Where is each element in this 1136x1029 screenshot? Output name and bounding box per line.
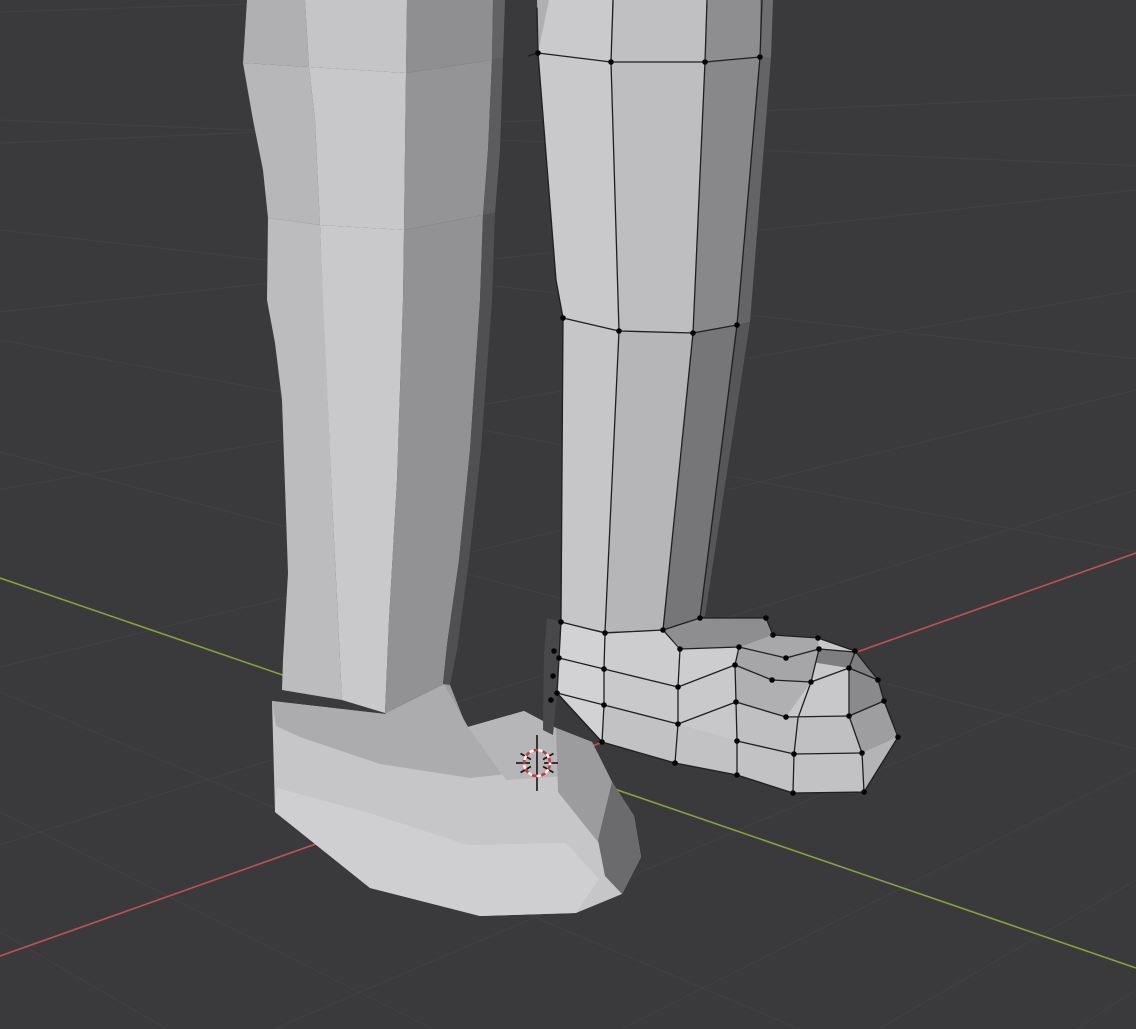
mesh-vertex[interactable] bbox=[790, 790, 796, 796]
mesh-vertex[interactable] bbox=[733, 699, 739, 705]
mesh-vertex[interactable] bbox=[535, 50, 541, 56]
mesh-vertex[interactable] bbox=[734, 322, 740, 328]
mesh-vertex[interactable] bbox=[690, 330, 696, 336]
right-leg-mesh-face bbox=[538, 0, 614, 62]
mesh-vertex[interactable] bbox=[675, 721, 681, 727]
mesh-vertex[interactable] bbox=[601, 666, 607, 672]
mesh-vertex[interactable] bbox=[550, 673, 556, 679]
mesh-vertex[interactable] bbox=[616, 328, 622, 334]
mesh-vertex[interactable] bbox=[895, 734, 901, 740]
mesh-vertex[interactable] bbox=[815, 635, 821, 641]
blender-3d-viewport bbox=[0, 0, 1136, 1029]
mesh-vertex[interactable] bbox=[734, 772, 740, 778]
mesh-vertex[interactable] bbox=[548, 697, 554, 703]
mesh-vertex[interactable] bbox=[601, 702, 607, 708]
left-leg-mesh-face bbox=[243, 0, 309, 67]
mesh-vertex[interactable] bbox=[554, 690, 560, 696]
mesh-vertex[interactable] bbox=[697, 615, 703, 621]
mesh-vertex[interactable] bbox=[769, 677, 775, 683]
mesh-vertex[interactable] bbox=[881, 698, 887, 704]
mesh-vertex[interactable] bbox=[608, 59, 614, 65]
mesh-vertex[interactable] bbox=[672, 760, 678, 766]
mesh-vertex[interactable] bbox=[846, 713, 852, 719]
mesh-vertex[interactable] bbox=[763, 615, 769, 621]
mesh-vertex[interactable] bbox=[859, 750, 865, 756]
mesh-vertex[interactable] bbox=[783, 655, 789, 661]
mesh-vertex[interactable] bbox=[734, 738, 740, 744]
mesh-vertex[interactable] bbox=[757, 54, 763, 60]
mesh-vertex[interactable] bbox=[736, 644, 742, 650]
mesh-vertex[interactable] bbox=[846, 665, 852, 671]
mesh-vertex[interactable] bbox=[602, 630, 608, 636]
left-leg-mesh-face bbox=[309, 67, 406, 230]
mesh-vertex[interactable] bbox=[791, 751, 797, 757]
right-leg-mesh-face bbox=[611, 0, 708, 62]
mesh-vertex[interactable] bbox=[677, 646, 683, 652]
mesh-vertex[interactable] bbox=[556, 655, 562, 661]
left-leg-mesh-face bbox=[305, 0, 407, 73]
left-leg-mesh-face bbox=[492, 0, 505, 60]
mesh-vertex[interactable] bbox=[551, 648, 557, 654]
mesh-vertex[interactable] bbox=[816, 646, 822, 652]
mesh-vertex[interactable] bbox=[660, 627, 666, 633]
mesh-vertex[interactable] bbox=[852, 648, 858, 654]
right-leg-mesh-face bbox=[705, 0, 760, 62]
mesh-vertex[interactable] bbox=[783, 714, 789, 720]
mesh-vertex[interactable] bbox=[808, 679, 814, 685]
viewport-canvas[interactable] bbox=[0, 0, 1136, 1029]
mesh-vertex[interactable] bbox=[875, 677, 881, 683]
mesh-vertex[interactable] bbox=[558, 619, 564, 625]
mesh-vertex[interactable] bbox=[599, 739, 605, 745]
mesh-vertex[interactable] bbox=[675, 684, 681, 690]
mesh-vertex[interactable] bbox=[732, 662, 738, 668]
mesh-vertex[interactable] bbox=[861, 789, 867, 795]
left-leg-mesh-face bbox=[404, 60, 492, 230]
right-leg-mesh-face bbox=[611, 62, 705, 333]
mesh-vertex[interactable] bbox=[770, 632, 776, 638]
mesh-vertex[interactable] bbox=[560, 315, 566, 321]
mesh-vertex[interactable] bbox=[702, 59, 708, 65]
